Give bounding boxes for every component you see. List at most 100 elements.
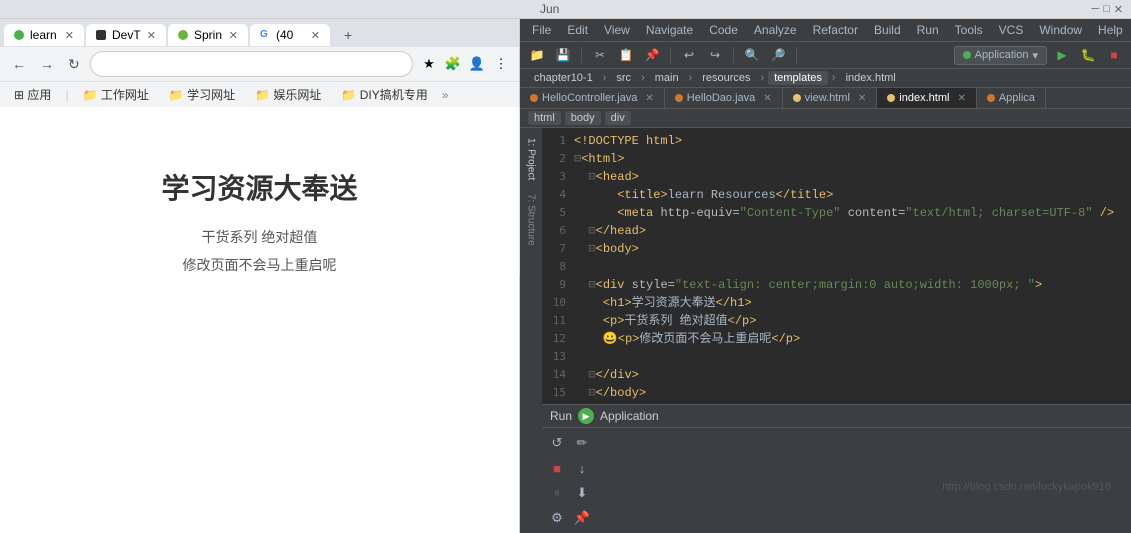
menu-run[interactable]: Run [909,21,947,39]
tab-google[interactable]: G (40 ✕ [250,24,330,46]
menu-window[interactable]: Window [1031,21,1090,39]
menu-build[interactable]: Build [866,21,909,39]
menu-refactor[interactable]: Refactor [805,21,866,39]
file-tab-index-html[interactable]: index.html ✕ [877,88,977,108]
menu-edit[interactable]: Edit [559,21,596,39]
tag-body[interactable]: body [565,111,601,125]
debug-button[interactable]: 🐛 [1077,44,1099,66]
run-bar-label: Application [600,409,659,423]
tab-devt[interactable]: DevT ✕ [86,24,166,46]
bookmark-icon[interactable]: ★ [419,54,439,74]
edit-button[interactable]: ✏ [571,432,593,454]
menu-help[interactable]: Help [1090,21,1131,39]
ide-menu-bar: File Edit View Navigate Code Analyze Ref… [520,19,1131,42]
bookmark-apps[interactable]: ⊞ 应用 [8,84,57,105]
breadcrumb-main[interactable]: main [649,71,685,85]
code-line-14: 14 ⊟</div> [542,366,1131,384]
down-button[interactable]: ⬇ [571,482,593,504]
save-all-icon[interactable]: 💾 [552,44,574,66]
tab-favicon-spring [178,30,188,40]
copy-icon[interactable]: 📋 [615,44,637,66]
ide-panel: File Edit View Navigate Code Analyze Ref… [520,19,1131,533]
breadcrumb-src[interactable]: src [610,71,637,85]
file-tab-close-1[interactable]: ✕ [763,93,771,104]
paste-icon[interactable]: 📌 [641,44,663,66]
file-tab-label-4: Applica [999,92,1035,104]
new-tab-button[interactable]: + [336,23,360,47]
folder-icon[interactable]: 📁 [526,44,548,66]
tag-div[interactable]: div [605,111,631,125]
window-title-bar: Jun ─ □ ✕ [0,0,1131,19]
bookmarks-more[interactable]: » [442,88,449,102]
tab-close-learn[interactable]: ✕ [65,29,74,42]
run-button[interactable]: ▶ [1051,44,1073,66]
file-tab-hello-dao[interactable]: HelloDao.java ✕ [665,88,783,108]
tab-learn[interactable]: learn ✕ [4,24,84,46]
tab-spring[interactable]: Sprin ✕ [168,24,248,46]
settings-button[interactable]: ⚙ [546,507,568,529]
back-button[interactable]: ← [8,54,30,74]
replace-icon[interactable]: 🔎 [767,44,789,66]
page-text: 修改页面不会马上重启呢 [183,255,337,275]
rerun-button[interactable]: ↺ [546,432,568,454]
file-tab-close-2[interactable]: ✕ [858,93,866,104]
tab-close-google[interactable]: ✕ [311,29,320,42]
file-tab-applica[interactable]: Applica [977,88,1046,108]
cut-icon[interactable]: ✂ [589,44,611,66]
toolbar-icons: ★ 🧩 👤 ⋮ [419,54,511,74]
side-tab-structure[interactable]: 7: Structure [524,188,539,252]
run-toolbar-row-4: ⚙ 📌 [546,507,1127,529]
stop-run-button[interactable]: ■ [546,457,568,479]
tab-close-spring[interactable]: ✕ [229,29,238,42]
bookmark-work[interactable]: 📁 工作网址 [77,84,155,105]
step-over-button[interactable]: ↓ [571,457,593,479]
tag-html[interactable]: html [528,111,561,125]
pin-button[interactable]: 📌 [571,507,593,529]
bookmark-study[interactable]: 📁 学习网址 [163,84,241,105]
ide-body: 1: Project 7: Structure 1 <!DOCTYPE html… [520,128,1131,533]
menu-icon[interactable]: ⋮ [491,54,511,74]
side-tab-project[interactable]: 1: Project [524,132,539,186]
breadcrumb-resources[interactable]: resources [696,71,756,85]
redo-icon[interactable]: ↪ [704,44,726,66]
forward-button[interactable]: → [36,54,58,74]
search-icon[interactable]: 🔍 [741,44,763,66]
menu-view[interactable]: View [596,21,638,39]
undo-icon[interactable]: ↩ [678,44,700,66]
code-line-2: 2 ⊟<html> [542,150,1131,168]
file-tab-view-html[interactable]: view.html ✕ [783,88,878,108]
breadcrumb-chapter[interactable]: chapter10-1 [528,71,599,85]
file-tab-icon-4 [987,94,995,102]
tab-label-learn: learn [30,28,57,42]
file-tab-close-3[interactable]: ✕ [957,93,965,104]
bookmark-diy[interactable]: 📁 DIY搞机专用 [335,84,433,105]
tab-favicon-learn [14,30,24,40]
menu-code[interactable]: Code [701,21,746,39]
run-config-selector[interactable]: Application ▾ [954,46,1047,65]
breadcrumb-templates[interactable]: templates [768,71,828,85]
menu-analyze[interactable]: Analyze [746,21,805,39]
run-bar-text: Run [550,409,572,423]
bookmark-entertainment[interactable]: 📁 娱乐网址 [249,84,327,105]
address-input[interactable] [90,51,413,77]
code-line-6: 6 ⊟</head> [542,222,1131,240]
profile-icon[interactable]: 👤 [467,54,487,74]
reload-button[interactable]: ↻ [64,54,84,75]
file-tab-close-0[interactable]: ✕ [645,93,653,104]
menu-tools[interactable]: Tools [947,21,991,39]
pause-button[interactable]: ⏸ [546,482,568,504]
extensions-icon[interactable]: 🧩 [443,54,463,74]
breadcrumb-sep-4: › [761,72,765,84]
tab-close-devt[interactable]: ✕ [147,29,156,42]
menu-file[interactable]: File [524,21,559,39]
menu-navigate[interactable]: Navigate [638,21,701,39]
ide-run-bar: Run ▶ Application [542,404,1131,427]
page-subtitle: 干货系列 绝对超值 [202,227,318,247]
file-tab-hello-controller[interactable]: HelloController.java ✕ [520,88,665,108]
ide-code-editor[interactable]: 1 <!DOCTYPE html> 2 ⊟<html> 3 ⊟<head> 4 … [542,128,1131,404]
file-tab-label-0: HelloController.java [542,92,637,104]
menu-vcs[interactable]: VCS [991,21,1032,39]
code-line-1: 1 <!DOCTYPE html> [542,132,1131,150]
stop-button[interactable]: ■ [1103,44,1125,66]
breadcrumb-index[interactable]: index.html [840,71,902,85]
